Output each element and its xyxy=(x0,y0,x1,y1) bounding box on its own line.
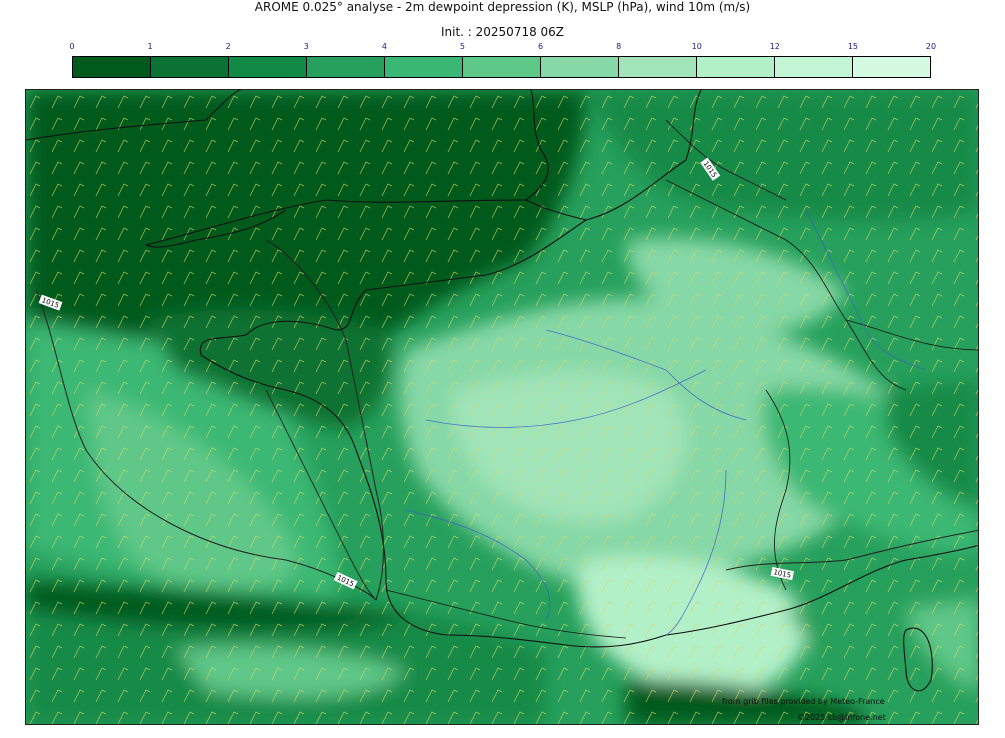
weather-map: 1015 1015 1015 1015 xyxy=(25,89,979,725)
colorbar-segment xyxy=(853,57,930,77)
colorbar-segment xyxy=(73,57,151,77)
map-title: AROME 0.025° analyse - 2m dewpoint depre… xyxy=(254,0,751,14)
colorbar-segment xyxy=(775,57,853,77)
colorbar-segment xyxy=(463,57,541,77)
colorbar-segment xyxy=(619,57,697,77)
data-credit: from grib files provided by Meteo-France xyxy=(722,697,885,706)
colorbar-tick-label: 20 xyxy=(925,42,937,51)
copyright-credit: ©2025 sb@infone.net xyxy=(797,713,886,722)
colorbar-tick-label: 12 xyxy=(769,42,780,51)
colorbar-tick-label: 15 xyxy=(847,42,858,51)
colorbar-tick-label: 2 xyxy=(225,42,231,51)
colorbar-tick-label: 8 xyxy=(616,42,622,51)
colorbar-tick-label: 3 xyxy=(303,42,309,51)
wind-barbs xyxy=(26,90,978,724)
colorbar-segment xyxy=(229,57,307,77)
colorbar-tick-label: 0 xyxy=(69,42,75,51)
colorbar-segment xyxy=(307,57,385,77)
colorbar-tick-label: 10 xyxy=(691,42,702,51)
colorbar-segment xyxy=(697,57,775,77)
init-time: Init. : 20250718 06Z xyxy=(440,25,565,39)
colorbar-segment xyxy=(385,57,463,77)
map-canvas: 1015 1015 1015 1015 xyxy=(26,90,978,724)
colorbar xyxy=(72,56,931,78)
colorbar-tick-label: 1 xyxy=(147,42,153,51)
colorbar-segment xyxy=(541,57,619,77)
colorbar-tick-label: 4 xyxy=(381,42,387,51)
colorbar-tick-label: 5 xyxy=(459,42,465,51)
colorbar-segment xyxy=(151,57,229,77)
colorbar-tick-label: 6 xyxy=(537,42,544,51)
